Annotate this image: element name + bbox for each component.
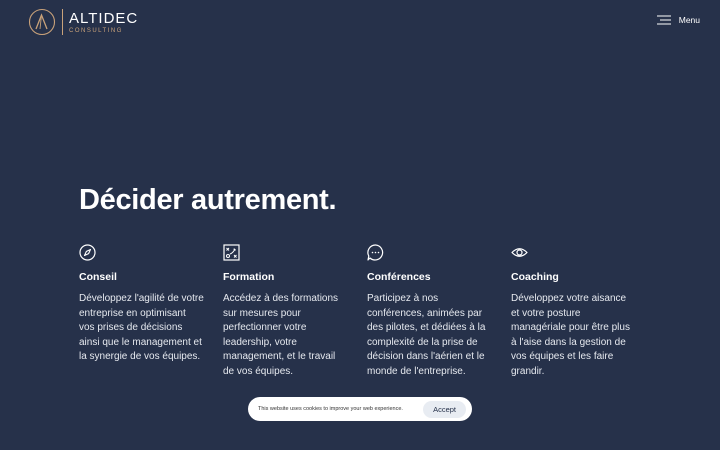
logo-divider [62,9,63,35]
hero-title: Décider autrement. [79,184,337,216]
logo[interactable]: ALTIDEC CONSULTING [28,8,138,36]
service-description: Accédez à des formations sur mesures pou… [223,293,339,377]
hamburger-icon [656,15,671,25]
cookie-banner: This website uses cookies to improve you… [248,397,472,421]
service-title: Conférences [367,271,431,283]
menu-button[interactable]: Menu [656,15,700,25]
accept-cookies-button[interactable]: Accept [423,400,466,418]
logo-name: ALTIDEC [69,9,139,27]
logo-subtitle: CONSULTING [69,27,123,34]
service-title: Formation [223,271,275,283]
service-description: Développez l'agilité de votre entreprise… [79,293,204,362]
logo-mark-icon [28,8,56,36]
services-section: Conseil Développez l'agilité de votre en… [79,244,659,394]
service-title: Coaching [511,271,559,283]
service-description: Participez à nos conférences, animées pa… [367,293,486,377]
service-conseil: Conseil Développez l'agilité de votre en… [79,244,204,365]
strategy-board-icon [223,244,240,261]
eye-icon [511,248,528,257]
service-description: Développez votre aisance et votre postur… [511,293,630,377]
chat-bubble-icon [367,244,384,261]
logo-text: ALTIDEC CONSULTING [69,11,138,34]
compass-icon [79,244,96,261]
service-conferences: Conférences Participez à nos conférences… [367,244,492,379]
site-header: ALTIDEC CONSULTING Menu [0,0,720,44]
service-coaching: Coaching Développez votre aisance et vot… [511,244,636,379]
cookie-text: This website uses cookies to improve you… [258,406,403,412]
service-title: Conseil [79,271,117,283]
service-formation: Formation Accédez à des formations sur m… [223,244,348,379]
menu-label: Menu [678,15,700,25]
